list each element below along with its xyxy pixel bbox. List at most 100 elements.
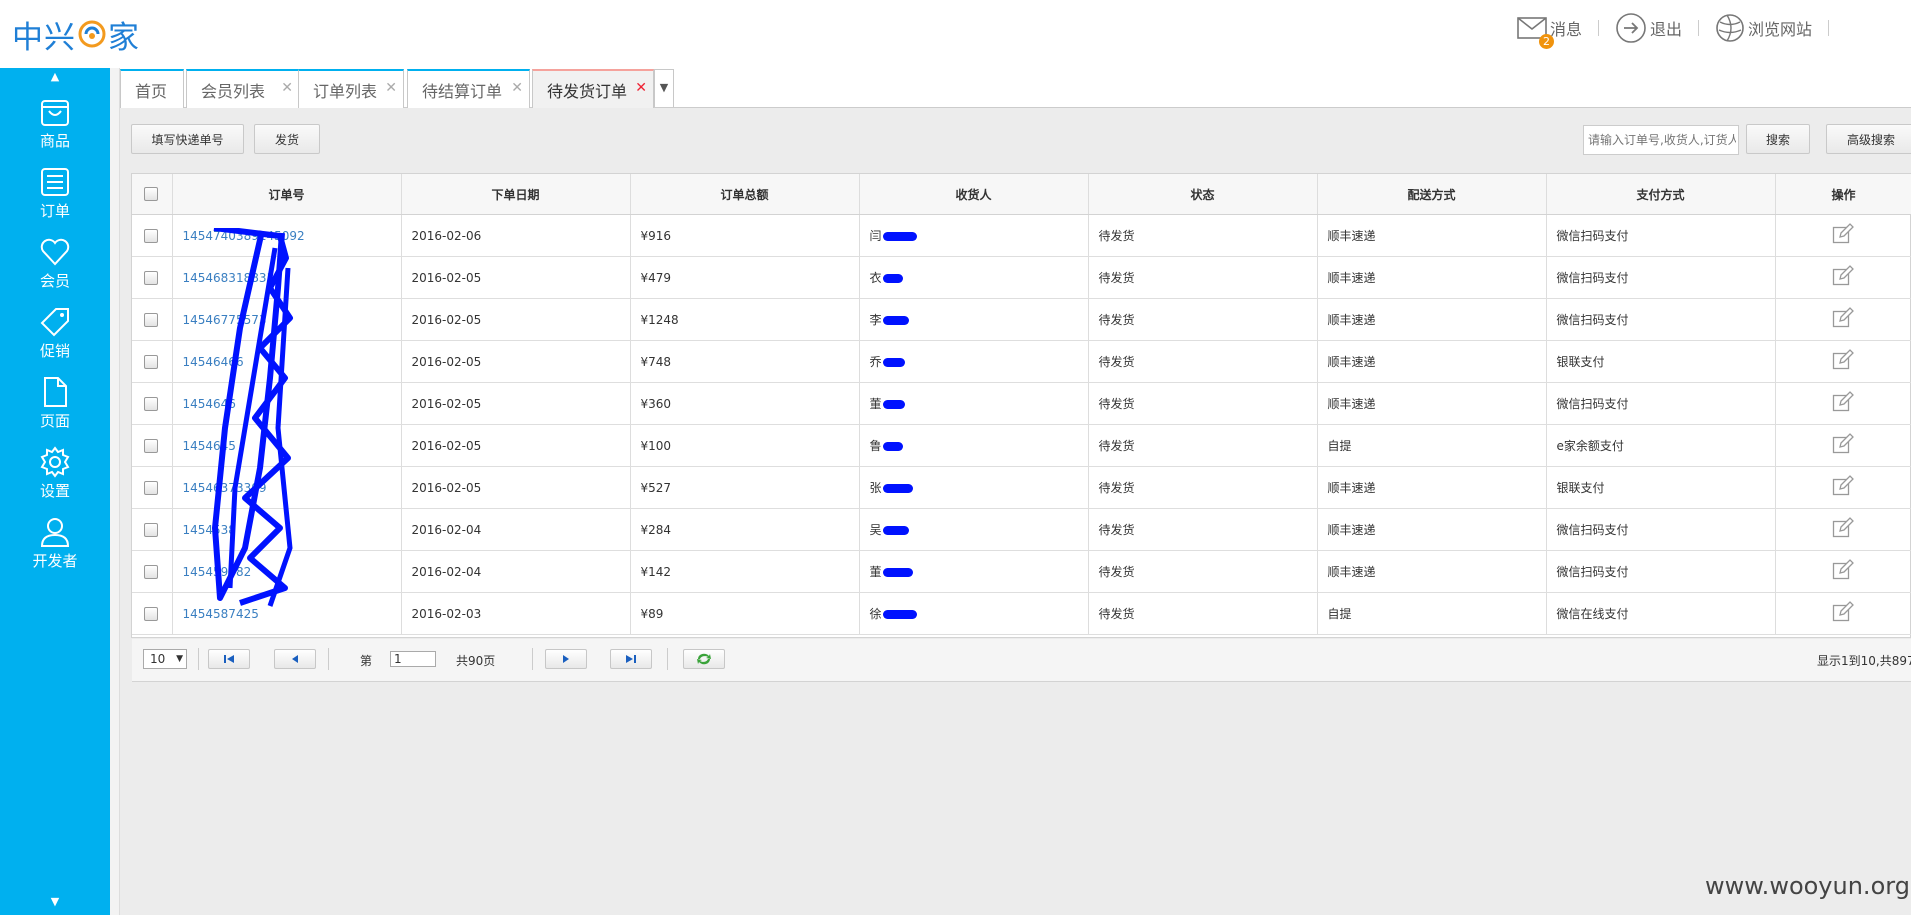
delivery-method: 顺丰速递 (1317, 256, 1547, 299)
order-number-link[interactable]: 1454538 (172, 508, 402, 551)
table-row[interactable]: 1454646 2016-02-05 ¥360 董待发货 顺丰速递 微信扫码支付 (132, 382, 1911, 425)
redaction-mark (882, 484, 913, 493)
table-row[interactable]: 1454645 2016-02-05 ¥100 鲁待发货 自提 e家余额支付 (132, 424, 1911, 467)
order-number-link[interactable]: 14546466 (172, 340, 402, 383)
order-total: ¥916 (630, 214, 860, 257)
tab-member-list[interactable]: 会员列表 ✕ (186, 69, 300, 108)
tab-close-icon[interactable]: ✕ (281, 80, 293, 96)
table-row[interactable]: 1454538 2016-02-04 ¥284 吴待发货 顺丰速递 微信扫码支付 (132, 508, 1911, 551)
order-status: 待发货 (1088, 550, 1318, 593)
edit-button[interactable] (1775, 382, 1911, 425)
table-row[interactable]: 14546466 2016-02-05 ¥748 乔待发货 顺丰速递 银联支付 (132, 340, 1911, 383)
order-number-link[interactable]: 1454645 (172, 424, 402, 467)
page-size-select[interactable]: 10 ▼ (143, 649, 187, 669)
tab-order-list[interactable]: 订单列表 ✕ (298, 69, 404, 108)
fill-tracking-number-button[interactable]: 填写快递单号 (131, 124, 244, 154)
column-header[interactable]: 支付方式 (1546, 174, 1776, 215)
order-number-link[interactable]: 14546373309 (172, 466, 402, 509)
column-header[interactable]: 配送方式 (1317, 174, 1547, 215)
edit-button[interactable] (1775, 424, 1911, 467)
advanced-search-button[interactable]: 高级搜索 (1826, 124, 1911, 154)
table-row[interactable]: 1454740389145092 2016-02-06 ¥916 闫待发货 顺丰速递 微信… (132, 214, 1911, 257)
sidebar-item-developer[interactable]: 开发者 (0, 516, 110, 578)
tab-close-icon[interactable]: ✕ (635, 80, 647, 96)
payment-method: 微信扫码支付 (1546, 298, 1776, 341)
payment-method: 微信扫码支付 (1546, 382, 1776, 425)
tab-home[interactable]: 首页 (120, 69, 184, 108)
redaction-mark (882, 316, 909, 325)
edit-button[interactable] (1775, 592, 1911, 635)
order-number-link[interactable]: 1454683188314 (172, 256, 402, 299)
first-page-button[interactable] (208, 649, 250, 669)
order-number-link[interactable]: 1454740389145092 (172, 214, 402, 257)
page-number-input[interactable]: 1 (390, 651, 436, 667)
previous-page-button[interactable] (274, 649, 316, 669)
tab-close-icon[interactable]: ✕ (511, 80, 523, 96)
order-number-link[interactable]: 1454646 (172, 382, 402, 425)
divider (1828, 20, 1829, 36)
row-checkbox[interactable] (132, 550, 173, 593)
recipient: 乔 (859, 340, 1089, 383)
row-checkbox[interactable] (132, 508, 173, 551)
recipient: 李 (859, 298, 1089, 341)
search-input[interactable] (1583, 125, 1739, 155)
row-checkbox[interactable] (132, 592, 173, 635)
order-number-link[interactable]: 145459982 (172, 550, 402, 593)
messages-link[interactable]: 2 消息 (1517, 16, 1582, 49)
tab-close-icon[interactable]: ✕ (385, 80, 397, 96)
redaction-mark (882, 442, 903, 451)
row-checkbox[interactable] (132, 424, 173, 467)
edit-button[interactable] (1775, 214, 1911, 257)
scroll-up-arrow-icon[interactable]: ▲ (0, 70, 110, 83)
column-header[interactable]: 下单日期 (401, 174, 631, 215)
ship-button[interactable]: 发货 (254, 124, 320, 154)
row-checkbox[interactable] (132, 256, 173, 299)
next-page-button[interactable] (545, 649, 587, 669)
row-checkbox[interactable] (132, 466, 173, 509)
order-date: 2016-02-05 (401, 382, 631, 425)
order-number-link[interactable]: 14546775573 (172, 298, 402, 341)
row-checkbox[interactable] (132, 214, 173, 257)
sidebar-item-settings[interactable]: 设置 (0, 446, 110, 508)
table-row[interactable]: 1454683188314 2016-02-05 ¥479 衣待发货 顺丰速递 微信扫码支… (132, 256, 1911, 299)
tab-more-chevron-down-icon[interactable]: ▼ (654, 69, 674, 107)
tab-pending-shipment[interactable]: 待发货订单 ✕ (532, 69, 654, 108)
edit-button[interactable] (1775, 340, 1911, 383)
edit-button[interactable] (1775, 550, 1911, 593)
row-checkbox[interactable] (132, 340, 173, 383)
search-button[interactable]: 搜索 (1746, 124, 1810, 154)
edit-button[interactable] (1775, 508, 1911, 551)
select-all-checkbox[interactable] (132, 174, 173, 215)
edit-button[interactable] (1775, 298, 1911, 341)
sidebar-splitter[interactable] (110, 68, 120, 915)
sidebar-item-goods[interactable]: 商品 (0, 96, 110, 158)
table-row[interactable]: 1454587425 2016-02-03 ¥89 徐待发货 自提 微信在线支付 (132, 592, 1911, 635)
row-checkbox[interactable] (132, 382, 173, 425)
logo[interactable]: 中兴 家 (12, 14, 139, 56)
order-number-link[interactable]: 1454587425 (172, 592, 402, 635)
sidebar-item-pages[interactable]: 页面 (0, 376, 110, 438)
table-row[interactable]: 14546775573 2016-02-05 ¥1248 李待发货 顺丰速递 微信扫码支付 (132, 298, 1911, 341)
sidebar-item-promotions[interactable]: 促销 (0, 306, 110, 368)
logout-label: 退出 (1649, 20, 1682, 39)
tab-pending-settlement[interactable]: 待结算订单 ✕ (407, 69, 530, 108)
last-page-button[interactable] (610, 649, 652, 669)
refresh-button[interactable] (683, 649, 725, 669)
browse-site-link[interactable]: 浏览网站 (1715, 13, 1812, 43)
table-row[interactable]: 145459982 2016-02-04 ¥142 董待发货 顺丰速递 微信扫码支付 (132, 550, 1911, 593)
column-header[interactable]: 状态 (1088, 174, 1318, 215)
edit-icon (1832, 265, 1854, 286)
row-checkbox[interactable] (132, 298, 173, 341)
sidebar-item-members[interactable]: 会员 (0, 236, 110, 298)
column-header[interactable]: 订单总额 (630, 174, 860, 215)
sidebar-item-orders[interactable]: 订单 (0, 166, 110, 228)
bag-icon (41, 100, 69, 126)
edit-button[interactable] (1775, 466, 1911, 509)
column-header[interactable]: 操作 (1775, 174, 1911, 215)
table-row[interactable]: 14546373309 2016-02-05 ¥527 张待发货 顺丰速递 银联支付 (132, 466, 1911, 509)
logout-link[interactable]: 退出 (1615, 12, 1682, 44)
column-header[interactable]: 收货人 (859, 174, 1089, 215)
edit-button[interactable] (1775, 256, 1911, 299)
scroll-down-arrow-icon[interactable]: ▼ (0, 895, 110, 908)
column-header[interactable]: 订单号 (172, 174, 402, 215)
